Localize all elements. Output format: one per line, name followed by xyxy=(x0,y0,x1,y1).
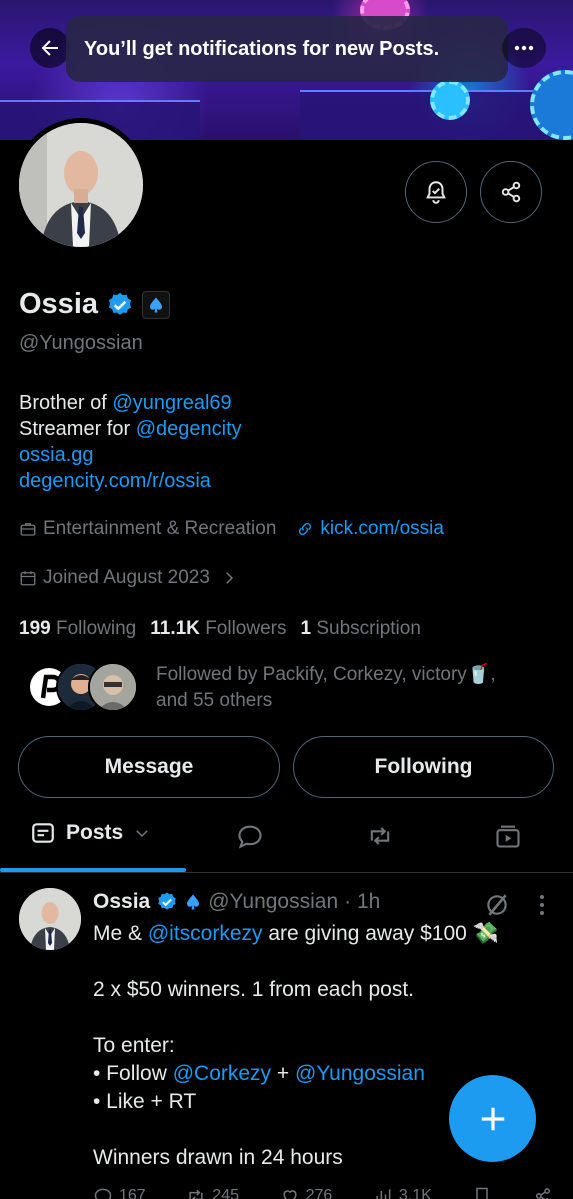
calendar-icon xyxy=(20,571,36,586)
repost-action[interactable]: 245 xyxy=(186,1186,239,1199)
subscriptions-count[interactable]: 1 Subscription xyxy=(301,618,421,640)
views-icon xyxy=(376,1189,391,1199)
views-action[interactable]: 3.1K xyxy=(373,1186,432,1199)
share-icon xyxy=(535,1188,551,1199)
share-icon xyxy=(501,181,521,203)
tab-reposts-icon[interactable] xyxy=(365,822,395,850)
reply-count: 167 xyxy=(119,1187,146,1199)
profile-handle: @Yungossian xyxy=(19,332,143,354)
notifications-button[interactable] xyxy=(405,161,467,223)
message-button[interactable]: Message xyxy=(18,736,280,798)
tab-replies-icon[interactable] xyxy=(236,822,264,850)
post-header: Ossia @Yungossian · 1h xyxy=(93,890,380,914)
post-time: · 1h xyxy=(344,890,381,913)
post-author-handle[interactable]: @Yungossian xyxy=(208,890,338,914)
affiliate-badge-icon xyxy=(187,894,200,910)
following-button[interactable]: Following xyxy=(293,736,554,798)
views-count: 3.1K xyxy=(398,1187,432,1199)
mention-link[interactable]: @Corkezy xyxy=(173,1062,271,1085)
followed-by-line: and 55 others xyxy=(156,690,273,711)
followed-by-row[interactable]: Followed by Packify, Corkezy, victory🥤, … xyxy=(24,662,536,714)
tabs-divider xyxy=(0,872,573,873)
followed-by-text: Followed by Packify, Corkezy, victory🥤, … xyxy=(156,662,536,714)
like-count: 276 xyxy=(305,1187,333,1199)
bell-check-icon xyxy=(426,181,446,204)
tab-posts[interactable]: Posts xyxy=(30,820,151,846)
joined-date: Joined August 2023 xyxy=(43,567,210,588)
grok-icon[interactable] xyxy=(484,892,510,918)
bio-text: Brother of xyxy=(19,392,113,414)
chevron-down-icon xyxy=(136,830,148,838)
back-button[interactable] xyxy=(30,28,70,68)
profile-category: Entertainment & Recreation xyxy=(43,518,277,539)
share-button[interactable] xyxy=(480,161,542,223)
followers-count[interactable]: 11.1K Followers xyxy=(150,618,286,640)
posts-icon xyxy=(32,823,54,843)
like-action[interactable]: 276 xyxy=(280,1186,333,1199)
verified-badge-icon[interactable] xyxy=(106,291,134,319)
avatar-photo xyxy=(19,123,143,247)
chevron-right-icon xyxy=(226,572,233,584)
followed-by-line: Followed by Packify, Corkezy, victory🥤, xyxy=(156,664,496,685)
reply-icon xyxy=(94,1188,112,1199)
toast-text: You’ll get notifications for new Posts. xyxy=(84,37,440,60)
profile-website-link[interactable]: kick.com/ossia xyxy=(320,518,444,540)
affiliate-badge-icon[interactable] xyxy=(142,290,170,319)
profile-meta-row: Entertainment & Recreation kick.com/ossi… xyxy=(19,518,444,540)
bio-url-link[interactable]: ossia.gg xyxy=(19,442,242,468)
follow-counts: 199 Following 11.1K Followers 1 Subscrip… xyxy=(19,618,421,640)
arrow-left-icon xyxy=(41,40,58,56)
mention-link[interactable]: @itscorkezy xyxy=(148,922,263,945)
profile-bio: Brother of @yungreal69 Streamer for @deg… xyxy=(19,390,242,494)
more-button[interactable] xyxy=(502,28,546,68)
joined-row[interactable]: Joined August 2023 xyxy=(19,567,238,589)
post-author-name[interactable]: Ossia xyxy=(93,890,150,914)
profile-name-text: Ossia xyxy=(19,288,98,320)
following-count[interactable]: 199 Following xyxy=(19,618,136,640)
post-line: 2 x $50 winners. 1 from each post. xyxy=(93,978,414,1001)
bio-text: Streamer for xyxy=(19,418,136,440)
profile-name: Ossia xyxy=(19,288,170,321)
tab-posts-label: Posts xyxy=(66,821,124,844)
heart-icon xyxy=(283,1190,297,1199)
notification-toast: You’ll get notifications for new Posts. xyxy=(66,16,508,82)
link-icon xyxy=(299,522,312,536)
reply-action[interactable]: 167 xyxy=(93,1186,146,1199)
repost-icon xyxy=(189,1189,203,1199)
post-line: Me & @itscorkezy are giving away $100 💸 xyxy=(93,922,499,945)
verified-badge-icon xyxy=(158,892,176,910)
bio-url-link[interactable]: degencity.com/r/ossia xyxy=(19,468,242,494)
mention-link[interactable]: @degencity xyxy=(136,418,242,440)
briefcase-icon xyxy=(20,523,36,536)
compose-post-button[interactable] xyxy=(449,1075,536,1162)
mention-link[interactable]: @Yungossian xyxy=(295,1062,425,1085)
bookmark-icon xyxy=(476,1187,489,1199)
post-actions: 167 245 276 3.1K xyxy=(93,1186,553,1199)
follower-avatar xyxy=(88,662,138,712)
bookmark-action[interactable] xyxy=(472,1186,492,1199)
banner-chip xyxy=(430,80,470,120)
profile-tabs: Posts xyxy=(0,806,573,872)
tab-media-icon[interactable] xyxy=(494,822,522,850)
share-action[interactable] xyxy=(533,1186,553,1199)
profile-avatar[interactable] xyxy=(14,118,148,252)
bio-line: Brother of @yungreal69 xyxy=(19,390,242,416)
more-horizontal-icon xyxy=(514,45,534,51)
repost-count: 245 xyxy=(212,1187,239,1199)
plus-icon xyxy=(481,1107,504,1130)
more-vertical-icon[interactable] xyxy=(532,892,552,918)
post-author-avatar[interactable] xyxy=(19,888,81,950)
post-line: To enter: xyxy=(93,1034,175,1057)
mention-link[interactable]: @yungreal69 xyxy=(112,392,231,414)
bio-line: Streamer for @degencity xyxy=(19,416,242,442)
